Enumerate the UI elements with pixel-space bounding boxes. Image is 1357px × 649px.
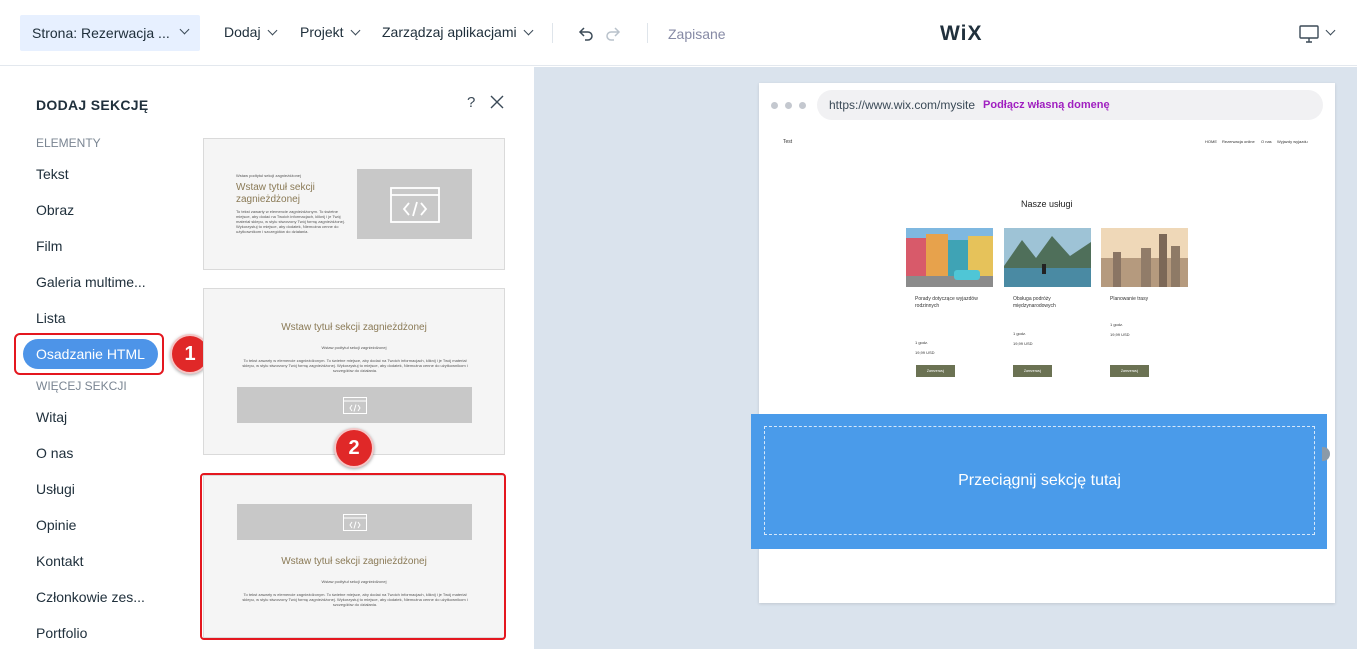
nav-item-gallery[interactable]: Galeria multime... — [36, 274, 146, 290]
nav-item-about[interactable]: O nas — [36, 445, 73, 461]
divider — [552, 23, 553, 43]
save-status: Zapisane — [668, 26, 726, 42]
menu-manage-apps[interactable]: Zarządzaj aplikacjami — [382, 24, 534, 40]
nav-item-contact[interactable]: Kontakt — [36, 553, 83, 569]
nav-item-team[interactable]: Członkowie zes... — [36, 589, 145, 605]
service-name: Obsługa podróży międzynarodowych — [1013, 296, 1056, 309]
site-nav-trips[interactable]: Wyjazdy wyjazdu — [1277, 139, 1308, 144]
book-button[interactable]: Zarezerwuj — [916, 365, 955, 377]
service-price: 19,99 USD — [1013, 341, 1033, 346]
service-image — [906, 228, 993, 287]
preset-subtitle: Wstaw podtytuł sekcji zagnieżdżonej — [236, 173, 301, 178]
connect-domain-link[interactable]: Podłącz własną domenę — [983, 99, 1110, 111]
panel-title: DODAJ SEKCJĘ — [36, 97, 149, 113]
page-selector[interactable]: Strona: Rezerwacja ... — [20, 15, 200, 51]
site-nav-booking[interactable]: Rezerwacja online — [1222, 139, 1255, 144]
redo-icon[interactable] — [604, 24, 622, 42]
site-url: https://www.wix.com/mysite — [829, 98, 976, 112]
preset-subtitle: Wstaw podtytuł sekcji zagnieżdżonej — [321, 345, 387, 350]
category-heading-elements: ELEMENTY — [36, 136, 101, 150]
nav-item-portfolio[interactable]: Portfolio — [36, 625, 87, 641]
preset-body: To tekst zawarty w elemencie zagnieżdżon… — [242, 358, 468, 373]
help-icon[interactable]: ? — [467, 94, 475, 111]
chevron-down-icon — [350, 25, 361, 35]
url-bar: https://www.wix.com/mysite Podłącz własn… — [817, 90, 1323, 120]
top-bar: Strona: Rezerwacja ... Dodaj Projekt Zar… — [0, 0, 1357, 66]
preset-title: Wstaw tytuł sekcji zagnieżdżonej — [281, 322, 427, 333]
drop-zone-label: Przeciągnij sekcję tutaj — [764, 426, 1315, 535]
divider — [647, 23, 648, 43]
nav-item-embed-html-label: Osadzanie HTML — [36, 346, 145, 362]
window-dot — [785, 102, 792, 109]
service-duration: 1 godz. — [915, 340, 929, 345]
code-icon — [390, 187, 440, 223]
desktop-view-icon[interactable] — [1299, 25, 1319, 43]
site-logo: Test — [783, 139, 793, 145]
book-button[interactable]: Zarezerwuj — [1013, 365, 1052, 377]
wix-logo: WiX — [940, 22, 983, 45]
chevron-down-icon — [267, 25, 278, 35]
menu-design[interactable]: Projekt — [300, 24, 361, 40]
nav-item-image[interactable]: Obraz — [36, 202, 74, 218]
nav-item-welcome[interactable]: Witaj — [36, 409, 67, 425]
chevron-down-icon[interactable] — [1325, 25, 1336, 36]
site-nav-about[interactable]: O nas — [1261, 139, 1272, 144]
chevron-down-icon — [523, 25, 534, 35]
service-image — [1004, 228, 1091, 287]
menu-add[interactable]: Dodaj — [224, 24, 278, 40]
services-title: Nasze usługi — [1021, 199, 1073, 209]
nav-item-list[interactable]: Lista — [36, 310, 66, 326]
service-duration: 1 godz. — [1110, 322, 1124, 327]
service-name: Porady dotyczące wyjazdów rodzinnych — [915, 296, 978, 309]
nav-item-video[interactable]: Film — [36, 238, 62, 254]
preset-body: To tekst zawarty w elemencie zagnieżdżon… — [236, 209, 345, 234]
book-button[interactable]: Zarezerwuj — [1110, 365, 1149, 377]
service-name: Planowanie trasy — [1110, 296, 1149, 302]
add-section-panel: DODAJ SEKCJĘ ? ELEMENTY Tekst Obraz Film… — [0, 67, 534, 649]
section-drop-zone[interactable]: Przeciągnij sekcję tutaj — [751, 414, 1327, 549]
menu-add-label: Dodaj — [224, 24, 261, 40]
service-image — [1101, 228, 1188, 287]
service-duration: 1 godz. — [1013, 331, 1027, 336]
category-heading-more: WIĘCEJ SEKCJI — [36, 379, 127, 393]
window-dot — [771, 102, 778, 109]
section-preset-1[interactable]: Wstaw podtytuł sekcji zagnieżdżonej Wsta… — [203, 138, 505, 270]
nav-item-services[interactable]: Usługi — [36, 481, 75, 497]
chevron-down-icon — [179, 24, 190, 35]
page-selector-label: Strona: Rezerwacja ... — [32, 25, 170, 41]
nav-item-testimonials[interactable]: Opinie — [36, 517, 76, 533]
code-icon — [343, 397, 367, 414]
step-badge-2: 2 — [334, 428, 374, 468]
menu-manage-apps-label: Zarządzaj aplikacjami — [382, 24, 517, 40]
service-price: 19,99 USD — [1110, 332, 1130, 337]
nav-item-text[interactable]: Tekst — [36, 166, 69, 182]
window-dot — [799, 102, 806, 109]
site-nav-home[interactable]: HOME — [1205, 139, 1217, 144]
undo-icon[interactable] — [577, 24, 595, 42]
close-icon[interactable] — [489, 94, 505, 110]
preset-title: Wstaw tytuł sekcji zagnieżdżonej — [236, 182, 315, 205]
nav-item-embed-html[interactable]: Osadzanie HTML — [23, 339, 158, 369]
menu-design-label: Projekt — [300, 24, 344, 40]
highlight-frame — [200, 473, 506, 640]
service-price: 19,99 USD — [915, 350, 935, 355]
